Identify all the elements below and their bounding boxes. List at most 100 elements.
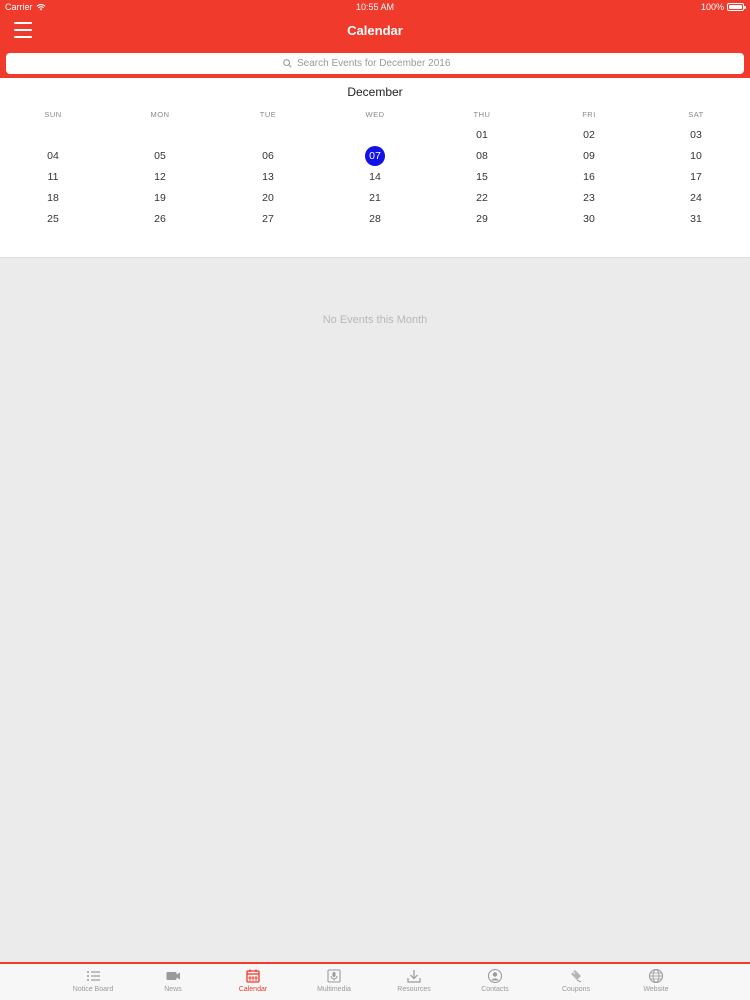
- calendar-day-04[interactable]: 04: [23, 146, 83, 166]
- calendar-day-02[interactable]: 02: [559, 125, 619, 145]
- calendar-day-label: 26: [154, 213, 166, 225]
- calendar-day-10[interactable]: 10: [666, 146, 726, 166]
- battery-icon: [727, 3, 746, 11]
- calendar-day-label: 12: [154, 171, 166, 183]
- tab-label: Contacts: [481, 986, 509, 993]
- tab-label: Notice Board: [72, 986, 114, 993]
- calendar-day-07[interactable]: 07: [345, 146, 405, 166]
- tab-notice-board[interactable]: Notice Board: [58, 968, 128, 1000]
- weekday-mon: MON: [150, 110, 170, 119]
- tag-icon: [571, 970, 582, 983]
- calendar-day-label: 02: [583, 129, 595, 141]
- calendar-day-label: 23: [583, 192, 595, 204]
- search-bar[interactable]: [6, 53, 744, 74]
- battery-info: 100%: [700, 2, 746, 12]
- calendar-day-label: 18: [47, 192, 59, 204]
- calendar-day-23[interactable]: 23: [559, 188, 619, 208]
- calendar-day-label: 25: [47, 213, 59, 225]
- person-icon: [487, 968, 503, 984]
- tab-bar: Notice Board News Calendar Multimedia Resour…: [0, 962, 750, 1000]
- tab-label: News: [164, 986, 182, 993]
- tab-news[interactable]: News: [138, 968, 208, 1000]
- weekday-thu: THU: [473, 110, 491, 119]
- calendar-day-29[interactable]: 29: [452, 209, 512, 229]
- calendar-day-label: 14: [369, 171, 381, 183]
- calendar-day-label: 04: [47, 150, 59, 162]
- calendar-day-label: 11: [47, 171, 59, 183]
- calendar-day-01[interactable]: 01: [452, 125, 512, 145]
- page-title: Calendar: [347, 23, 403, 38]
- calendar-day-06[interactable]: 06: [238, 146, 298, 166]
- tab-label: Multimedia: [317, 986, 351, 993]
- calendar-day-17[interactable]: 17: [666, 167, 726, 187]
- calendar-day-label: 08: [476, 150, 488, 162]
- calendar-day-26[interactable]: 26: [130, 209, 190, 229]
- calendar-day-label: 06: [262, 150, 274, 162]
- search-icon: [283, 59, 292, 68]
- tab-calendar[interactable]: Calendar: [218, 968, 288, 1000]
- tab-website[interactable]: Website: [621, 968, 691, 1000]
- empty-events-message: No Events this Month: [322, 314, 428, 326]
- calendar-day-label: 30: [583, 213, 595, 225]
- calendar-day-label: 15: [476, 171, 488, 183]
- tab-contacts[interactable]: Contacts: [460, 968, 530, 1000]
- calendar-day-08[interactable]: 08: [452, 146, 512, 166]
- month-title: December: [347, 85, 403, 99]
- calendar-day-21[interactable]: 21: [345, 188, 405, 208]
- video-icon: [166, 972, 180, 980]
- tab-multimedia[interactable]: Multimedia: [299, 968, 369, 1000]
- tab-label: Website: [643, 986, 669, 993]
- battery-percentage: 100%: [700, 2, 724, 12]
- weekday-sun: SUN: [44, 110, 62, 119]
- calendar-day-15[interactable]: 15: [452, 167, 512, 187]
- tab-label: Coupons: [561, 986, 591, 993]
- calendar-day-31[interactable]: 31: [666, 209, 726, 229]
- calendar-day-label: 28: [369, 213, 381, 225]
- weekday-fri: FRI: [582, 110, 596, 119]
- calendar-day-25[interactable]: 25: [23, 209, 83, 229]
- calendar-icon: [246, 969, 260, 983]
- calendar-day-05[interactable]: 05: [130, 146, 190, 166]
- calendar-day-label: 05: [154, 150, 166, 162]
- calendar-day-label: 07: [365, 146, 385, 166]
- calendar-day-11[interactable]: 11: [23, 167, 83, 187]
- list-icon: [87, 971, 100, 981]
- calendar-day-label: 16: [583, 171, 595, 183]
- calendar-day-16[interactable]: 16: [559, 167, 619, 187]
- calendar-day-14[interactable]: 14: [345, 167, 405, 187]
- calendar-day-27[interactable]: 27: [238, 209, 298, 229]
- calendar-day-24[interactable]: 24: [666, 188, 726, 208]
- calendar-day-22[interactable]: 22: [452, 188, 512, 208]
- weekday-header: SUN MON TUE WED THU FRI SAT: [0, 110, 750, 122]
- calendar-day-03[interactable]: 03: [666, 125, 726, 145]
- tab-resources[interactable]: Resources: [379, 968, 449, 1000]
- search-input[interactable]: [297, 58, 467, 69]
- calendar-day-label: 01: [476, 129, 488, 141]
- download-icon: [407, 970, 421, 983]
- globe-icon: [648, 968, 664, 984]
- calendar-day-label: 20: [262, 192, 274, 204]
- calendar-day-28[interactable]: 28: [345, 209, 405, 229]
- calendar-day-label: 27: [262, 213, 274, 225]
- weekday-sat: SAT: [688, 110, 704, 119]
- calendar-day-18[interactable]: 18: [23, 188, 83, 208]
- calendar-day-12[interactable]: 12: [130, 167, 190, 187]
- calendar-day-30[interactable]: 30: [559, 209, 619, 229]
- calendar-day-label: 09: [583, 150, 595, 162]
- navigation-bar: Calendar: [0, 14, 750, 52]
- calendar-day-19[interactable]: 19: [130, 188, 190, 208]
- weekday-wed: WED: [365, 110, 385, 119]
- calendar-day-20[interactable]: 20: [238, 188, 298, 208]
- microphone-icon: [327, 969, 341, 983]
- calendar-day-label: 19: [154, 192, 166, 204]
- calendar-day-09[interactable]: 09: [559, 146, 619, 166]
- calendar-day-label: 13: [262, 171, 274, 183]
- calendar-day-13[interactable]: 13: [238, 167, 298, 187]
- status-time: 10:55 AM: [355, 2, 395, 12]
- tab-coupons[interactable]: Coupons: [541, 968, 611, 1000]
- calendar-day-label: 21: [369, 192, 381, 204]
- calendar-day-label: 03: [690, 129, 702, 141]
- calendar-day-label: 24: [690, 192, 702, 204]
- calendar-day-label: 22: [476, 192, 488, 204]
- calendar-day-label: 29: [476, 213, 488, 225]
